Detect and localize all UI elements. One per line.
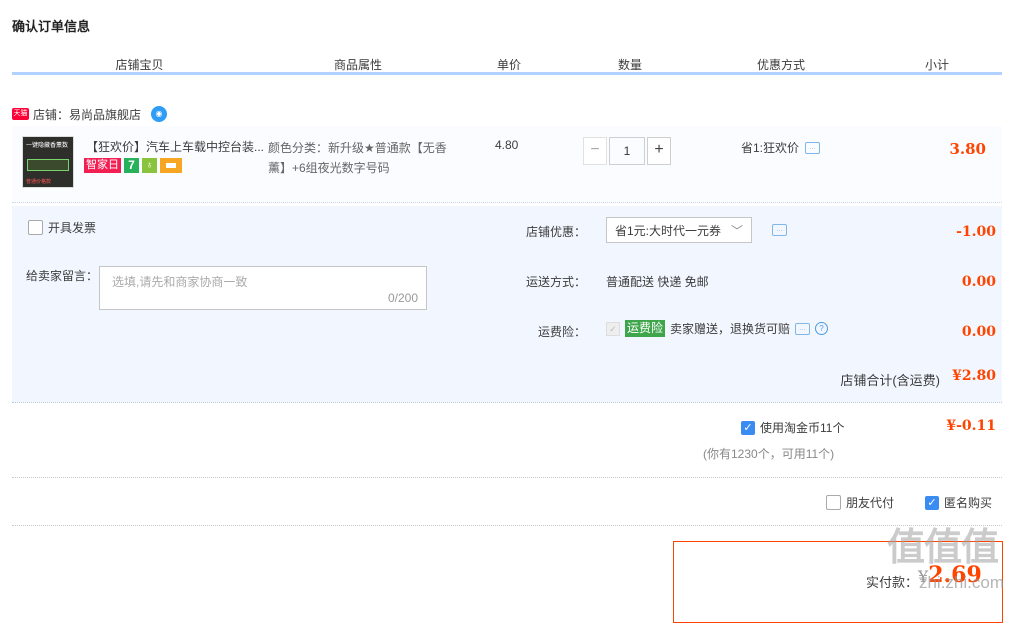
message-input[interactable]: 选填,请先和商家协商一致 0/200: [99, 266, 427, 310]
product-attributes: 颜色分类：新升级★普通款【无香薰】+6组夜光数字号码: [268, 141, 447, 175]
qty-input[interactable]: 1: [609, 137, 645, 165]
header-divider: [12, 72, 1002, 75]
insurance-checkbox: ✓: [606, 321, 620, 336]
thumb-caption: 一键隐藏香薰数: [26, 143, 69, 149]
coin-checkbox[interactable]: ✓: [741, 420, 755, 435]
watermark-logo: 值值值: [886, 527, 999, 569]
shipping-amount: 0.00: [961, 274, 996, 290]
insurance-text: 卖家赠送，退换货可赔: [670, 322, 791, 336]
unit-price: 4.80: [495, 138, 519, 152]
discount-select[interactable]: 省1元:大时代一元券 ﹀: [606, 217, 752, 243]
order-item: 一键隐藏香薰数 普通价格款 【狂欢价】汽车上车载中控台装... 智家日 7 ♁ …: [12, 126, 1002, 203]
shipping-method: 普通配送 快递 免邮: [606, 275, 709, 289]
discount-amount: -1.00: [956, 224, 996, 240]
friend-pay-label: 朋友代付: [846, 496, 895, 510]
coin-availability: (你有1230个，可用11个): [703, 447, 835, 461]
guarantee-icon: ♁: [142, 158, 157, 173]
invoice-label: 开具发票: [48, 221, 97, 235]
message-placeholder: 选填,请先和商家协商一致: [112, 275, 248, 289]
payment-options: 朋友代付 ✓ 匿名购买: [826, 494, 992, 511]
insurance-label: 运费险：: [537, 325, 586, 339]
shipping-row: 运送方式： 普通配送 快递 免邮 0.00: [508, 256, 1002, 304]
col-qty: 数量: [617, 58, 642, 72]
help-icon[interactable]: ?: [815, 322, 829, 335]
qty-plus-button[interactable]: +: [647, 137, 671, 165]
smart-home-badge: 智家日: [84, 158, 121, 173]
shipping-label: 运送方式：: [525, 275, 586, 289]
insurance-row: 运费险： ✓ 运费险 卖家赠送，退换货可赔 … ? 0.00: [508, 306, 1002, 354]
quantity-stepper: − 1 +: [583, 137, 671, 165]
left-options: 开具发票 给卖家留言： 选填,请先和商家协商一致 0/200: [12, 206, 504, 351]
coin-amount: ¥-0.11: [946, 418, 996, 434]
comment-icon[interactable]: …: [772, 224, 787, 236]
coin-option[interactable]: ✓ 使用淘金币11个: [741, 419, 844, 436]
discount-label: 店铺优惠：: [525, 225, 586, 239]
column-header: 店铺宝贝 商品属性 单价 数量 优惠方式 小计: [12, 56, 1002, 72]
insurance-info: ✓ 运费险 卖家赠送，退换货可赔 … ?: [606, 320, 829, 337]
right-options: 店铺优惠： 省1元:大时代一元券 ﹀ … -1.00 运送方式： 普通配送 快递…: [508, 206, 1002, 354]
insurance-tag: 运费险: [625, 320, 666, 337]
shop-row: 天猫 店铺：易尚品旗舰店 ◉: [12, 104, 168, 124]
product-thumbnail[interactable]: 一键隐藏香薰数 普通价格款: [22, 136, 74, 188]
wangwang-icon[interactable]: ◉: [151, 106, 168, 122]
pay-label: 实付款：: [866, 575, 919, 590]
shop-name[interactable]: 店铺：易尚品旗舰店: [33, 106, 141, 123]
qty-minus-button[interactable]: −: [583, 137, 607, 165]
coin-label: 使用淘金币11个: [760, 421, 845, 435]
comment-icon[interactable]: …: [795, 322, 811, 335]
promo-info: 省1:狂欢价 …: [741, 139, 821, 156]
invoice-option[interactable]: 开具发票: [28, 219, 96, 236]
thumb-tag: 普通价格款: [26, 179, 52, 185]
chevron-down-icon: ﹀: [730, 224, 743, 238]
col-subtotal: 小计: [924, 58, 949, 72]
page-title: 确认订单信息: [12, 19, 91, 34]
shop-total-label: 店铺合计(含运费): [840, 373, 940, 388]
message-label: 给卖家留言：: [26, 269, 99, 283]
shop-total-value: ¥2.80: [952, 368, 996, 384]
invoice-checkbox[interactable]: [28, 220, 43, 235]
promo-text: 省1:狂欢价: [741, 141, 800, 155]
shop-discount-row: 店铺优惠： 省1元:大时代一元券 ﹀ … -1.00: [508, 206, 1002, 254]
divider: [12, 525, 1002, 526]
divider: [12, 477, 1002, 478]
shop-total-row: 店铺合计(含运费) ¥2.80: [12, 354, 1002, 403]
discount-value: 省1元:大时代一元券: [615, 224, 722, 238]
col-price: 单价: [496, 58, 521, 72]
product-badges: 智家日 7 ♁: [84, 158, 182, 173]
item-subtotal: 3.80: [949, 140, 986, 158]
col-promo: 优惠方式: [756, 58, 805, 72]
credit-card-icon: [160, 158, 182, 173]
watermark-domain: zhi.zhi.com: [918, 573, 1004, 592]
message-char-count: 0/200: [387, 291, 418, 305]
order-options-panel: 开具发票 给卖家留言： 选填,请先和商家协商一致 0/200 店铺优惠： 省1元…: [12, 206, 1002, 403]
comment-icon[interactable]: …: [805, 141, 821, 154]
seven-day-return-icon: 7: [124, 158, 139, 173]
col-shop-item: 店铺宝贝: [115, 58, 164, 72]
anonymous-label: 匿名购买: [944, 496, 993, 510]
col-attr: 商品属性: [333, 58, 382, 72]
thumb-graphic: [27, 159, 69, 171]
tmall-icon: 天猫: [12, 108, 29, 120]
anonymous-checkbox[interactable]: ✓: [925, 495, 940, 510]
insurance-amount: 0.00: [961, 324, 996, 340]
friend-pay-checkbox[interactable]: [826, 495, 841, 510]
product-title[interactable]: 【狂欢价】汽车上车载中控台装...: [86, 138, 266, 155]
